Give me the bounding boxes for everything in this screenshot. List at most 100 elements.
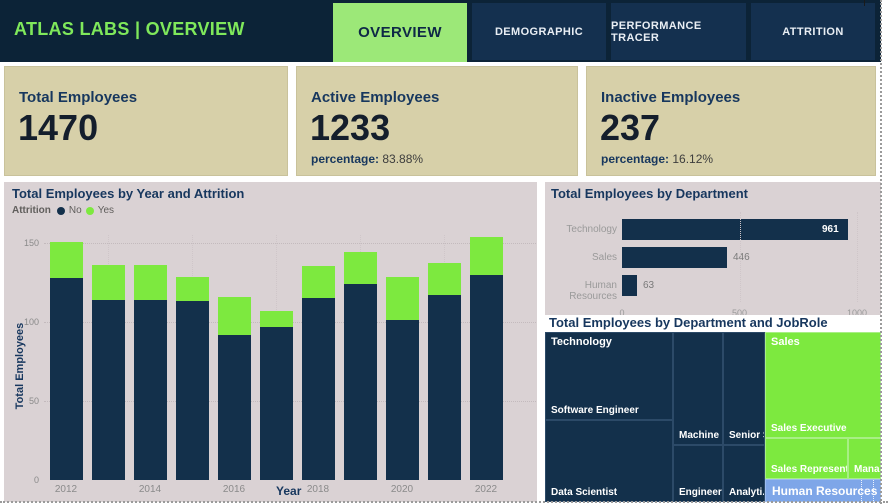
bar-segment-no[interactable]: [49, 278, 83, 480]
treemap-cell-software-engineer[interactable]: Technology Software Engineer: [545, 332, 673, 420]
dept-value: 63: [643, 280, 655, 291]
x-axis-title: Year: [276, 484, 302, 498]
tab-overview[interactable]: OVERVIEW: [333, 3, 467, 62]
dashboard-canvas: ATLAS LABS | OVERVIEW OVERVIEW DEMOGRAPHI…: [0, 0, 888, 504]
bar-segment-no[interactable]: [301, 298, 335, 480]
dept-value: 446: [733, 252, 750, 263]
bar-segment-no[interactable]: [259, 327, 293, 480]
bar-segment-no[interactable]: [91, 300, 125, 480]
card-percentage: percentage: 83.88%: [311, 152, 423, 166]
treemap-cell-label: Analyti...: [729, 487, 765, 498]
legend-title: Attrition: [12, 205, 51, 216]
bar-segment-yes[interactable]: [91, 265, 125, 300]
dept-x-tick-label: 1000: [846, 308, 868, 315]
treemap-group-label: Sales: [771, 336, 800, 348]
bar-2020[interactable]: [385, 277, 419, 480]
bar-segment-yes[interactable]: [49, 242, 83, 278]
bar-2021[interactable]: [427, 263, 461, 480]
y-tick-label: 50: [28, 395, 39, 406]
legend-label-yes: Yes: [97, 205, 115, 216]
bar-segment-yes[interactable]: [259, 311, 293, 327]
bar-plot-area: 0 50 100 150 2012 2014 2016 2018 2020 2022: [24, 235, 536, 495]
legend-label-no: No: [68, 205, 82, 216]
kpi-card-inactive-employees: Inactive Employees 237 percentage: 16.12%: [586, 66, 876, 176]
bar-segment-no[interactable]: [217, 335, 251, 480]
page-title: ATLAS LABS | OVERVIEW: [14, 19, 245, 39]
x-tick-label: 2012: [54, 484, 78, 495]
chart-title: Total Employees by Department: [551, 186, 748, 201]
bar-segment-no[interactable]: [343, 284, 377, 480]
treemap-cell-label: Mana...: [854, 464, 880, 475]
bar-2015[interactable]: [175, 277, 209, 480]
attrition-legend: Attrition No Yes: [12, 205, 114, 216]
treemap-cell-label: Machine ...: [679, 430, 722, 441]
treemap-cell-label: Senior S...: [729, 430, 764, 441]
treemap-cell-manager[interactable]: Mana...: [848, 438, 881, 479]
bar-segment-yes[interactable]: [385, 277, 419, 320]
bar-2022[interactable]: [469, 237, 503, 480]
treemap-cell-data-scientist[interactable]: Data Scientist: [545, 420, 673, 502]
treemap-cell-machine-learning[interactable]: Machine ...: [673, 332, 723, 445]
dept-value: 961: [822, 224, 839, 235]
bar-segment-yes[interactable]: [301, 266, 335, 298]
y-tick-label: 100: [23, 316, 39, 327]
bar-segment-yes[interactable]: [427, 263, 461, 295]
gridline: [857, 212, 858, 302]
bar-segment-yes[interactable]: [343, 252, 377, 284]
dept-x-tick-label: 500: [731, 308, 748, 315]
treemap-cell-sales-representative[interactable]: Sales Representati...: [765, 438, 848, 479]
bar-segment-yes[interactable]: [133, 265, 167, 300]
header-bar: ATLAS LABS | OVERVIEW OVERVIEW DEMOGRAPHI…: [0, 0, 881, 62]
bar-segment-yes[interactable]: [469, 237, 503, 275]
bar-segment-yes[interactable]: [217, 297, 251, 335]
bar-2014[interactable]: [133, 265, 167, 480]
card-value: 237: [600, 107, 661, 148]
legend-dot-yes: [85, 206, 94, 215]
bar-segment-no[interactable]: [175, 301, 209, 480]
dept-x-tick-label: 0: [619, 308, 625, 315]
treemap-cell-human-resources[interactable]: Human Resources: [765, 479, 881, 502]
dept-bar-sales[interactable]: [622, 247, 727, 268]
bar-segment-no[interactable]: [427, 295, 461, 480]
bar-segment-no[interactable]: [469, 275, 503, 480]
gridline: [44, 242, 536, 244]
bar-segment-yes[interactable]: [175, 277, 209, 301]
treemap-cell-engineering-manager[interactable]: Engineerin...: [673, 445, 723, 502]
bar-2019[interactable]: [343, 252, 377, 480]
treemap-cell-divider: [861, 480, 862, 501]
card-title: Total Employees: [19, 89, 138, 106]
kpi-cards: Total Employees 1470 Active Employees 1233 p…: [4, 66, 876, 176]
dept-label-technology: Technology: [566, 224, 617, 235]
chart-title: Total Employees by Year and Attrition: [12, 186, 245, 201]
treemap-title: Total Employees by Department and JobRol…: [549, 315, 828, 330]
dept-bar-technology[interactable]: [622, 219, 848, 240]
dept-label-sales: Sales: [591, 252, 617, 263]
treemap-group-label: Technology: [551, 336, 612, 348]
bar-segment-no[interactable]: [385, 320, 419, 480]
bar-2018[interactable]: [301, 266, 335, 480]
bar-segment-no[interactable]: [133, 300, 167, 480]
tab-attrition[interactable]: ATTRITION: [751, 3, 875, 60]
x-tick-label: 2014: [138, 484, 162, 495]
treemap-cell-label: Software Engineer: [551, 405, 639, 416]
bar-2016[interactable]: [217, 297, 251, 480]
dept-bar-human-resources[interactable]: [622, 275, 637, 296]
chart-department: Total Employees by Department Technology…: [545, 182, 881, 315]
treemap-cell-senior-software[interactable]: Senior S...: [723, 332, 765, 445]
card-percentage-value: 16.12%: [672, 152, 714, 166]
treemap-cell-sales-executive[interactable]: Sales Sales Executive: [765, 332, 881, 438]
treemap-cell-label: Engineerin...: [679, 487, 722, 498]
treemap-cell-divider: [873, 480, 874, 501]
bar-2017[interactable]: [259, 311, 293, 480]
x-tick-label: 2020: [390, 484, 414, 495]
treemap-cell-analytics[interactable]: Analyti...: [723, 445, 765, 502]
treemap-department-jobrole: Technology Software Engineer Data Scientis…: [545, 332, 881, 502]
tab-demographic[interactable]: DEMOGRAPHIC: [472, 3, 606, 60]
x-tick-label: 2018: [306, 484, 330, 495]
tab-performance-tracer[interactable]: PERFORMANCE TRACER: [611, 3, 746, 60]
selection-border-right: [880, 0, 882, 504]
bar-2013[interactable]: [91, 265, 125, 480]
card-percentage: percentage: 16.12%: [601, 152, 713, 166]
selection-handle-tick: [864, 0, 865, 6]
bar-2012[interactable]: [49, 242, 83, 480]
